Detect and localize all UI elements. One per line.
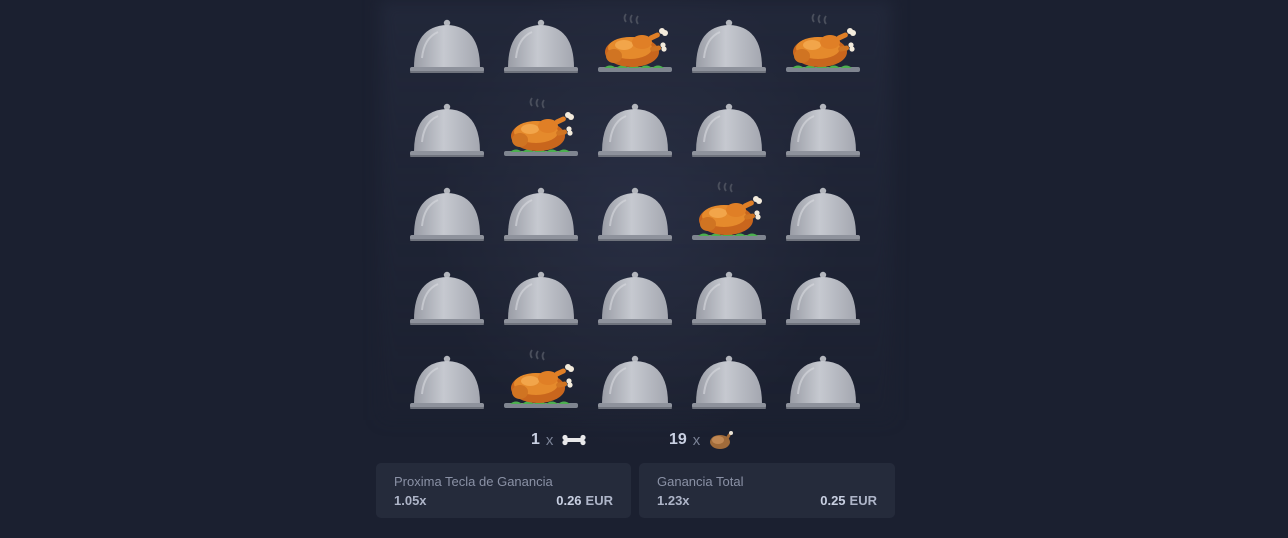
bone-counter: 1 x xyxy=(531,428,589,452)
game-stage: 1 x 19 x Proxima Tecla de Ganancia 1.05x… xyxy=(0,0,1288,538)
tile-hidden[interactable] xyxy=(400,260,494,344)
total-win-title: Ganancia Total xyxy=(657,474,744,489)
total-win-currency: EUR xyxy=(849,493,877,508)
tile-revealed-chicken[interactable] xyxy=(588,8,682,92)
cloche-icon xyxy=(598,187,672,241)
tile-revealed-chicken[interactable] xyxy=(682,176,776,260)
bone-count: 1 xyxy=(531,431,540,448)
tile-revealed-chicken[interactable] xyxy=(494,92,588,176)
cloche-icon xyxy=(692,103,766,157)
cloche-icon xyxy=(692,19,766,73)
cloche-icon xyxy=(504,187,578,241)
tile-hidden[interactable] xyxy=(400,92,494,176)
next-win-amount: 0.26 EUR xyxy=(556,493,613,508)
tile-hidden[interactable] xyxy=(588,176,682,260)
tile-hidden[interactable] xyxy=(682,260,776,344)
tile-revealed-chicken[interactable] xyxy=(494,344,588,428)
tile-hidden[interactable] xyxy=(588,344,682,428)
cloche-icon xyxy=(598,103,672,157)
chicken-icon xyxy=(710,431,734,449)
win-panels: Proxima Tecla de Ganancia 1.05x 0.26 EUR … xyxy=(376,463,896,518)
roast-chicken-icon xyxy=(692,181,766,240)
total-win-multiplier: 1.23x xyxy=(657,493,690,508)
next-win-panel: Proxima Tecla de Ganancia 1.05x 0.26 EUR xyxy=(376,463,631,518)
tile-hidden[interactable] xyxy=(682,344,776,428)
tile-revealed-chicken[interactable] xyxy=(776,8,870,92)
tile-hidden[interactable] xyxy=(400,176,494,260)
total-win-value: 0.25 xyxy=(820,493,846,508)
bone-icon xyxy=(562,434,587,446)
tile-hidden[interactable] xyxy=(682,92,776,176)
tile-hidden[interactable] xyxy=(494,8,588,92)
roast-chicken-icon xyxy=(786,13,860,72)
bone-x-label: x xyxy=(545,431,554,449)
cloche-icon xyxy=(410,19,484,73)
cloche-icon xyxy=(598,271,672,325)
tile-hidden[interactable] xyxy=(494,260,588,344)
cloche-icon xyxy=(786,271,860,325)
cloche-icon xyxy=(786,103,860,157)
next-win-value: 0.26 xyxy=(556,493,582,508)
cloche-icon xyxy=(598,355,672,409)
chicken-x-label: x xyxy=(692,431,701,449)
counters: 1 x 19 x xyxy=(0,428,1288,452)
tile-hidden[interactable] xyxy=(400,8,494,92)
tile-hidden[interactable] xyxy=(776,344,870,428)
roast-chicken-icon xyxy=(598,13,672,72)
tile-hidden[interactable] xyxy=(776,260,870,344)
roast-chicken-icon xyxy=(504,97,578,156)
cloche-icon xyxy=(692,271,766,325)
cloche-icon xyxy=(692,355,766,409)
cloche-icon xyxy=(410,355,484,409)
chicken-count: 19 xyxy=(669,431,687,448)
cloche-icon xyxy=(410,103,484,157)
cloche-icon xyxy=(410,187,484,241)
tile-hidden[interactable] xyxy=(588,92,682,176)
next-win-title: Proxima Tecla de Ganancia xyxy=(394,474,553,489)
next-win-currency: EUR xyxy=(585,493,613,508)
cloche-icon xyxy=(504,271,578,325)
cloche-icon xyxy=(786,187,860,241)
tile-hidden[interactable] xyxy=(776,176,870,260)
total-win-panel: Ganancia Total 1.23x 0.25 EUR xyxy=(639,463,895,518)
tile-hidden[interactable] xyxy=(682,8,776,92)
tile-hidden[interactable] xyxy=(400,344,494,428)
tile-hidden[interactable] xyxy=(494,176,588,260)
total-win-amount: 0.25 EUR xyxy=(820,493,877,508)
roast-chicken-icon xyxy=(504,349,578,408)
chicken-counter: 19 x xyxy=(669,428,736,452)
cloche-icon xyxy=(504,19,578,73)
cloche-icon xyxy=(786,355,860,409)
tile-hidden[interactable] xyxy=(776,92,870,176)
tile-grid xyxy=(400,8,870,418)
next-win-multiplier: 1.05x xyxy=(394,493,427,508)
tile-hidden[interactable] xyxy=(588,260,682,344)
cloche-icon xyxy=(410,271,484,325)
